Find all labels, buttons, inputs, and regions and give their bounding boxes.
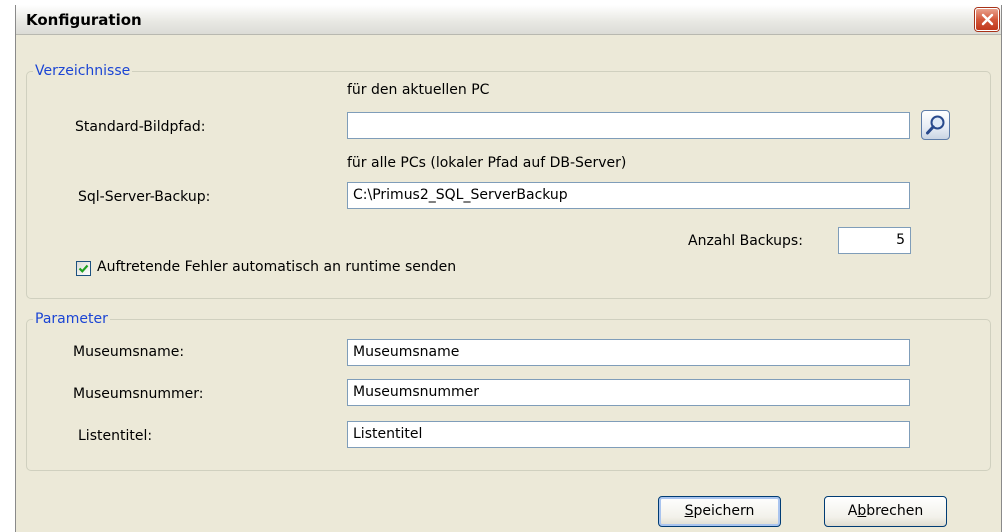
cancel-label-prefix: A xyxy=(847,503,858,519)
standard-image-path-label: Standard-Bildpfad: xyxy=(75,119,206,135)
sql-server-backup-label: Sql-Server-Backup: xyxy=(78,189,211,205)
cancel-button[interactable]: Abbrechen xyxy=(824,496,947,527)
backup-count-label: Anzahl Backups: xyxy=(688,233,803,249)
hint-current-pc: für den aktuellen PC xyxy=(347,82,490,98)
cancel-mnemonic: b xyxy=(857,503,867,519)
museum-number-label: Museumsnummer: xyxy=(73,386,204,402)
list-title-label: Listentitel: xyxy=(78,428,153,444)
save-button[interactable]: Speichern xyxy=(658,496,781,527)
list-title-input[interactable]: Listentitel xyxy=(347,421,910,448)
museum-name-label: Museumsname: xyxy=(73,344,185,360)
backup-count-input[interactable]: 5 xyxy=(838,227,911,254)
museum-number-input[interactable]: Museumsnummer xyxy=(347,379,910,406)
auto-error-report-checkbox[interactable] xyxy=(76,261,91,276)
standard-image-path-input[interactable] xyxy=(347,112,910,139)
close-button[interactable] xyxy=(975,8,999,31)
sql-server-backup-input[interactable]: C:\Primus2_SQL_ServerBackup xyxy=(347,182,910,209)
browse-image-path-button[interactable] xyxy=(921,110,950,140)
save-label-rest: peichern xyxy=(693,503,755,519)
magnifier-icon xyxy=(926,115,945,135)
hint-all-pcs: für alle PCs (lokaler Pfad auf DB-Server… xyxy=(347,155,627,171)
parameters-legend: Parameter xyxy=(35,311,108,327)
cancel-label-rest: brechen xyxy=(866,503,924,519)
directories-legend: Verzeichnisse xyxy=(35,63,131,79)
auto-error-report-label[interactable]: Auftretende Fehler automatisch an runtim… xyxy=(97,259,456,275)
configuration-dialog: Konfiguration Verzeichnisse für den aktu… xyxy=(15,5,1002,532)
checkmark-icon xyxy=(78,264,89,273)
museum-name-input[interactable]: Museumsname xyxy=(347,339,910,366)
title-bar: Konfiguration xyxy=(16,5,1001,35)
window-title: Konfiguration xyxy=(26,11,142,29)
close-icon xyxy=(981,13,994,26)
